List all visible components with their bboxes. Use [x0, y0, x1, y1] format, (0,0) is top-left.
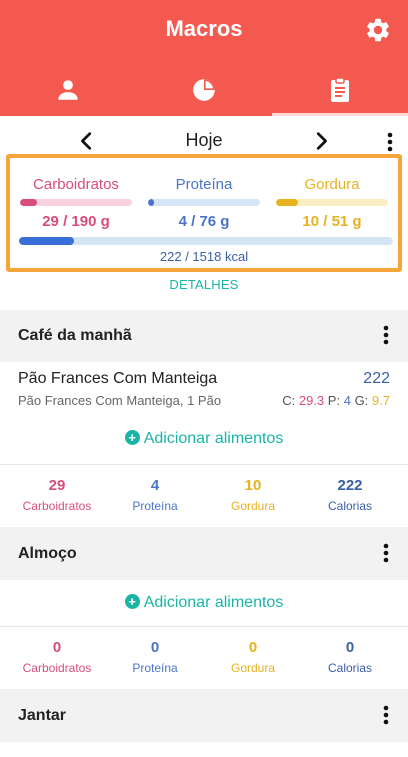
totals-calories-value: 0 [345, 639, 355, 656]
app-header: Macros [0, 0, 408, 116]
person-icon [58, 80, 78, 100]
add-food-label: Adicionar alimentos [143, 430, 284, 447]
carbs-value: 29 / 190 g [42, 213, 110, 230]
plus-circle-icon: + [124, 430, 140, 445]
pie-chart-icon [193, 79, 215, 101]
totals-protein-value: 4 [150, 477, 160, 494]
calories-progress-bar [19, 237, 393, 245]
more-vert-icon[interactable] [382, 704, 390, 726]
meal-totals-lunch: 0 Carboidratos 0 Proteína 0 Gordura 0 Ca… [0, 627, 408, 689]
food-protein-label: P: [327, 393, 341, 408]
day-navigator: Hoje [0, 126, 408, 156]
tab-stats[interactable] [136, 64, 272, 116]
totals-calories-value: 222 [337, 477, 363, 494]
totals-protein-value: 0 [150, 639, 160, 656]
day-label[interactable]: Hoje [0, 130, 408, 151]
meal-header-breakfast: Café da manhã [0, 310, 408, 362]
totals-carbs-value: 29 [48, 477, 66, 494]
fat-summary: Gordura 10 / 51 g [272, 176, 392, 230]
meal-content-dinner [0, 742, 408, 757]
gear-icon[interactable] [364, 16, 392, 44]
food-carbs-value: 29.3 [298, 393, 325, 408]
totals-carbs: 0 Carboidratos [6, 639, 108, 675]
food-item[interactable]: Pão Frances Com Manteiga Pão Frances Com… [0, 362, 408, 418]
tab-bar [0, 64, 408, 116]
totals-fat-value: 0 [248, 639, 258, 656]
plus-circle-icon: + [124, 594, 140, 609]
totals-fat: 0 Gordura [202, 639, 304, 675]
tab-profile[interactable] [0, 64, 136, 116]
fat-value: 10 / 51 g [302, 213, 362, 230]
add-food-label: Adicionar alimentos [143, 594, 284, 611]
food-description: Pão Frances Com Manteiga, 1 Pão [18, 393, 222, 408]
totals-carbs-label: Carboidratos [22, 661, 92, 675]
clipboard-icon [331, 77, 349, 102]
totals-carbs-label: Carboidratos [22, 499, 92, 513]
details-link[interactable]: DETALHES [0, 277, 408, 292]
more-vert-icon[interactable] [382, 324, 390, 346]
meal-totals-breakfast: 29 Carboidratos 4 Proteína 10 Gordura 22… [0, 465, 408, 527]
food-fat-label: G: [354, 393, 369, 408]
protein-summary: Proteína 4 / 76 g [144, 176, 264, 230]
add-food-row-lunch: + Adicionar alimentos [0, 580, 408, 626]
totals-calories-label: Calorias [327, 499, 372, 513]
totals-calories-label: Calorias [327, 661, 372, 675]
totals-carbs: 29 Carboidratos [6, 477, 108, 513]
food-carbs-label: C: [282, 393, 296, 408]
tab-diary[interactable] [272, 64, 408, 116]
add-food-button[interactable]: + Adicionar alimentos [0, 430, 408, 448]
totals-carbs-value: 0 [52, 639, 62, 656]
fat-progress-fill [276, 199, 298, 206]
fat-label: Gordura [304, 176, 360, 193]
food-name: Pão Frances Com Manteiga [18, 370, 218, 387]
carbs-progress-fill [20, 199, 38, 206]
protein-progress-bar [148, 199, 260, 206]
calories-value: 222 / 1518 kcal [159, 249, 249, 264]
food-macros: C: 29.3 P: 4 G: 9.7 [282, 393, 390, 408]
meal-header-dinner: Jantar [0, 690, 408, 742]
fat-progress-bar [276, 199, 388, 206]
daily-summary-section: Hoje Carboidratos 29 / 190 g Proteína 4 … [0, 116, 408, 310]
totals-calories: 222 Calorias [299, 477, 401, 513]
add-food-row-breakfast: + Adicionar alimentos [0, 418, 408, 464]
add-food-button[interactable]: + Adicionar alimentos [0, 594, 408, 612]
protein-value: 4 / 76 g [178, 213, 230, 230]
more-vert-icon[interactable] [386, 131, 394, 153]
chevron-right-icon[interactable] [310, 130, 332, 152]
meal-title: Café da manhã [18, 327, 132, 344]
totals-fat: 10 Gordura [202, 477, 304, 513]
totals-fat-label: Gordura [230, 661, 276, 675]
carbs-summary: Carboidratos 29 / 190 g [16, 176, 136, 230]
totals-protein-label: Proteína [132, 661, 178, 675]
totals-fat-label: Gordura [230, 499, 276, 513]
food-calories: 222 [363, 370, 390, 387]
protein-progress-fill [148, 199, 154, 206]
totals-fat-value: 10 [244, 477, 262, 494]
protein-label: Proteína [175, 176, 233, 193]
totals-protein: 4 Proteína [104, 477, 206, 513]
totals-protein-label: Proteína [132, 499, 178, 513]
calories-progress-fill [19, 237, 74, 245]
more-vert-icon[interactable] [382, 542, 390, 564]
macro-summary-card[interactable]: Carboidratos 29 / 190 g Proteína 4 / 76 … [6, 154, 402, 272]
food-protein-value: 4 [343, 393, 351, 408]
food-fat-value: 9.7 [371, 393, 390, 408]
meal-header-lunch: Almoço [0, 528, 408, 580]
totals-calories: 0 Calorias [299, 639, 401, 675]
meal-title: Jantar [18, 707, 67, 724]
app-title: Macros [165, 16, 243, 41]
meal-title: Almoço [18, 545, 77, 562]
carbs-progress-bar [20, 199, 132, 206]
totals-protein: 0 Proteína [104, 639, 206, 675]
carbs-label: Carboidratos [33, 176, 119, 193]
